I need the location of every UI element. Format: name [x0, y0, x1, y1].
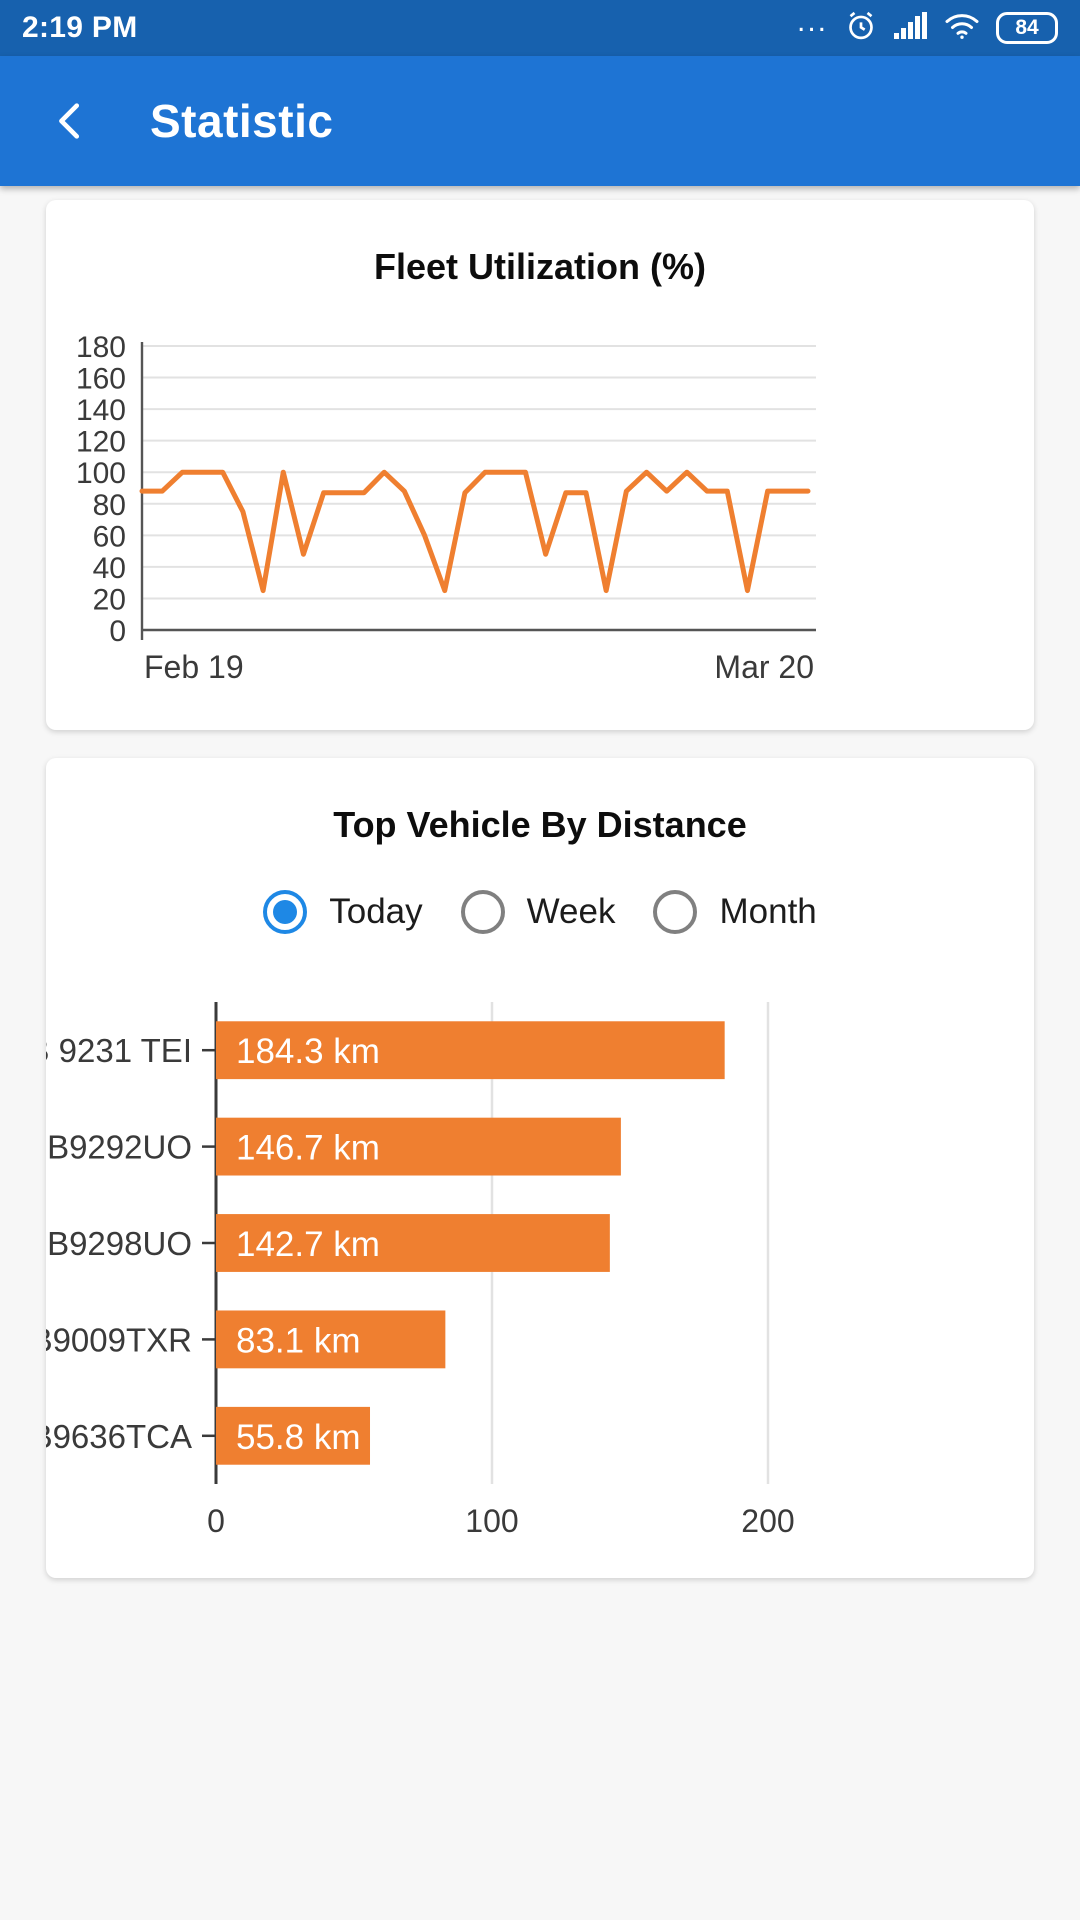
svg-text:B 9231 TEI: B 9231 TEI: [46, 1032, 192, 1069]
fleet-utilization-plot: 020406080100120140160180 Feb 19 Mar 20: [76, 332, 816, 685]
battery-level-label: 84: [1015, 16, 1039, 39]
overflow-dots-icon: ...: [796, 5, 828, 38]
period-filter-week[interactable]: Week: [460, 890, 616, 934]
period-filter-group[interactable]: Today Week Month: [46, 890, 1034, 934]
radio-week-icon[interactable]: [460, 890, 505, 934]
period-filter-today[interactable]: Today: [263, 890, 423, 934]
svg-text:142.7 km: 142.7 km: [236, 1225, 380, 1264]
fleet-utilization-chart: 0 20 40 60 80 100 120 140 160 180 Feb 19 Mar 20: [46, 332, 1034, 692]
svg-text:60: 60: [93, 520, 126, 553]
period-filter-week-label: Week: [526, 892, 616, 931]
svg-text:0: 0: [109, 615, 126, 648]
svg-text:20: 20: [93, 583, 126, 616]
fleet-utilization-title: Fleet Utilization (%): [374, 246, 706, 287]
svg-text:Feb 19: Feb 19: [144, 649, 244, 685]
top-vehicle-title: Top Vehicle By Distance: [333, 804, 747, 845]
page-title: Statistic: [150, 95, 334, 147]
top-vehicle-chart: 0 100 200 B 9231 TEI 184.3 km B9292UO 146.7 km…: [46, 992, 1034, 1552]
top-vehicle-card: Top Vehicle By Distance Today Week Month…: [46, 758, 1034, 1578]
radio-month-icon[interactable]: [653, 890, 698, 934]
svg-text:Mar 20: Mar 20: [714, 649, 814, 685]
top-vehicle-plot: 0 100 200 B 9231 TEI 184.3 km B9292UO 146.7 km…: [46, 1002, 795, 1539]
status-bar-icons: ... 84: [796, 5, 1058, 48]
svg-text:146.7 km: 146.7 km: [236, 1129, 380, 1168]
svg-text:100: 100: [76, 457, 126, 490]
period-filter-month-label: Month: [719, 892, 817, 931]
fleet-utilization-card: Fleet Utilization (%) 0 20 40 60 80 100 120 140…: [46, 200, 1034, 730]
wifi-icon: [944, 12, 980, 45]
svg-text:100: 100: [465, 1503, 518, 1539]
svg-text:40: 40: [93, 552, 126, 585]
svg-text:B9009TXR: B9009TXR: [46, 1321, 192, 1358]
svg-text:83.1 km: 83.1 km: [236, 1321, 361, 1360]
cellular-signal-icon: [894, 11, 928, 45]
svg-text:180: 180: [76, 332, 126, 364]
alarm-icon: [844, 9, 878, 48]
svg-text:0: 0: [207, 1503, 225, 1539]
svg-text:80: 80: [93, 489, 126, 522]
back-chevron-icon[interactable]: [44, 94, 98, 148]
svg-text:B9292UO: B9292UO: [47, 1129, 192, 1166]
svg-text:200: 200: [741, 1503, 794, 1539]
svg-text:55.8 km: 55.8 km: [236, 1418, 361, 1457]
svg-text:140: 140: [76, 394, 126, 427]
status-bar-clock: 2:19 PM: [22, 11, 138, 44]
svg-text:184.3 km: 184.3 km: [236, 1032, 380, 1071]
period-filter-today-label: Today: [329, 892, 423, 931]
status-bar: 2:19 PM ... 84: [0, 0, 1080, 56]
svg-text:120: 120: [76, 426, 126, 459]
app-bar: Statistic: [0, 56, 1080, 186]
svg-text:B9298UO: B9298UO: [47, 1225, 192, 1262]
svg-text:B9636TCA: B9636TCA: [46, 1418, 192, 1455]
radio-today-icon[interactable]: [263, 890, 308, 934]
content-scroll-area[interactable]: Fleet Utilization (%) 0 20 40 60 80 100 120 140…: [0, 186, 1080, 1578]
period-filter-month[interactable]: Month: [653, 890, 817, 934]
svg-text:160: 160: [76, 363, 126, 396]
battery-indicator: 84: [996, 12, 1058, 44]
